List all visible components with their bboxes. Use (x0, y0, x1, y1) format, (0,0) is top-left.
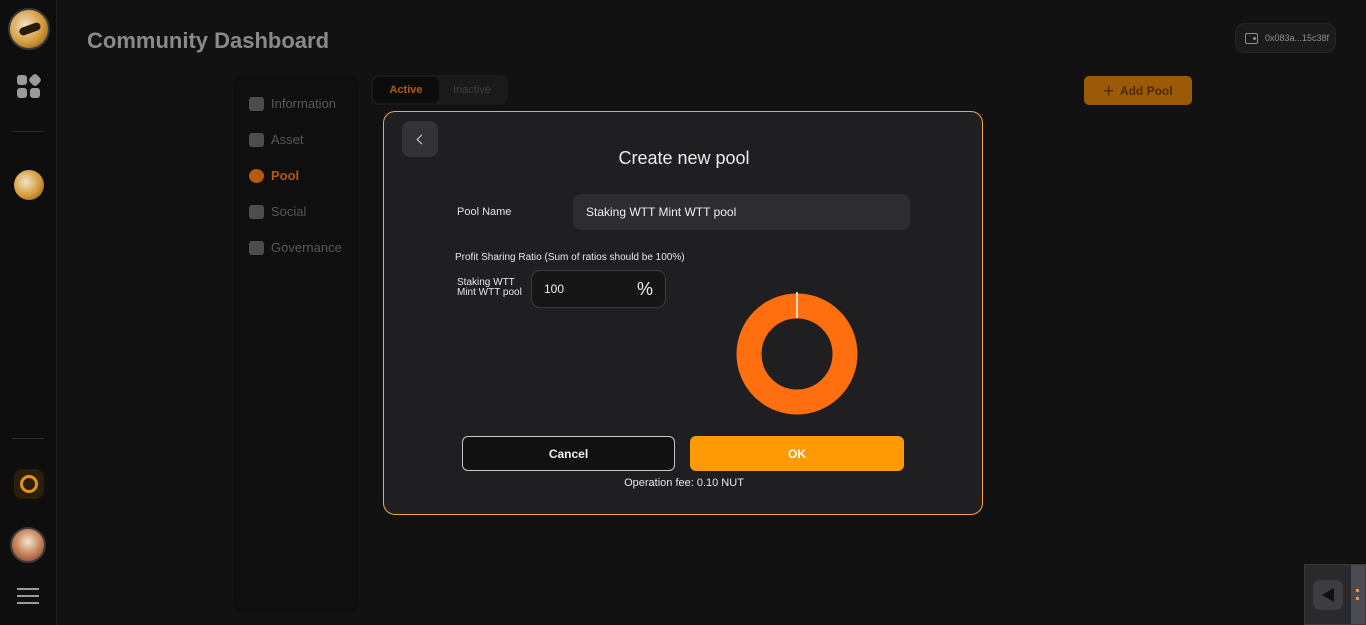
wallet-button[interactable]: 0x083a...15c38f (1235, 23, 1336, 53)
ratio-pool-label: Staking WTT Mint WTT pool (457, 277, 522, 298)
rail-divider (12, 438, 44, 439)
ratio-field: % (531, 270, 666, 308)
rail-divider (12, 131, 44, 132)
sidebar-item-social[interactable]: Social (249, 204, 306, 219)
sidebar-item-label: Social (271, 204, 307, 219)
ok-button[interactable]: OK (690, 436, 904, 471)
community-avatar[interactable] (14, 170, 44, 200)
tab-active[interactable]: Active (373, 77, 439, 103)
sidebar-item-information[interactable]: Information (249, 96, 336, 111)
sidebar-item-governance[interactable]: Governance (249, 240, 342, 255)
pool-icon (249, 168, 264, 183)
donut-slice (736, 293, 858, 415)
pool-name-label: Pool Name (457, 206, 512, 218)
modal-title: Create new pool (618, 148, 750, 168)
sidebar-item-label: Asset (271, 132, 304, 147)
pool-name-input[interactable] (573, 194, 910, 230)
plus-icon: + (1103, 80, 1114, 101)
add-pool-button[interactable]: + Add Pool (1084, 76, 1192, 105)
wallet-address: 0x083a...15c38f (1265, 33, 1330, 43)
ratio-input[interactable] (544, 280, 624, 298)
bulb-icon (249, 240, 264, 255)
hex-token-icon[interactable] (14, 469, 44, 499)
cancel-button[interactable]: Cancel (462, 436, 675, 471)
more-vertical-icon (1356, 589, 1359, 600)
sidebar: Information Asset Pool Social Governance (233, 75, 359, 613)
social-icon (249, 204, 264, 219)
sidebar-item-label: Pool (271, 168, 300, 183)
user-avatar[interactable] (10, 527, 46, 563)
pool-status-tabs: Active Inactive (371, 75, 508, 105)
sidebar-item-pool[interactable]: Pool (249, 168, 299, 183)
page-title: Community Dashboard (87, 28, 330, 53)
collapse-icon[interactable] (1313, 580, 1343, 610)
ratio-unit: % (636, 279, 653, 299)
profit-sharing-ratio-label: Profit Sharing Ratio (Sum of ratios shou… (455, 252, 685, 263)
create-pool-modal: Create new pool Pool Name Profit Sharing… (383, 111, 983, 515)
left-rail (0, 0, 57, 625)
sidebar-item-asset[interactable]: Asset (249, 132, 304, 147)
app-logo[interactable] (8, 8, 50, 50)
chart-icon (249, 132, 264, 147)
wallet-icon (1245, 32, 1258, 44)
apps-grid-icon[interactable] (17, 72, 43, 99)
floating-widget (1304, 564, 1366, 625)
menu-icon[interactable] (17, 586, 39, 606)
add-pool-label: Add Pool (1119, 83, 1173, 98)
chevron-left-icon (416, 134, 427, 144)
widget-handle[interactable] (1351, 565, 1365, 624)
sidebar-item-label: Information (271, 96, 337, 111)
tab-inactive[interactable]: Inactive (439, 77, 505, 103)
ratio-donut-chart (736, 292, 858, 415)
operation-fee: Operation fee: 0.10 NUT (624, 477, 744, 489)
home-icon (249, 96, 264, 111)
sidebar-item-label: Governance (271, 240, 342, 255)
